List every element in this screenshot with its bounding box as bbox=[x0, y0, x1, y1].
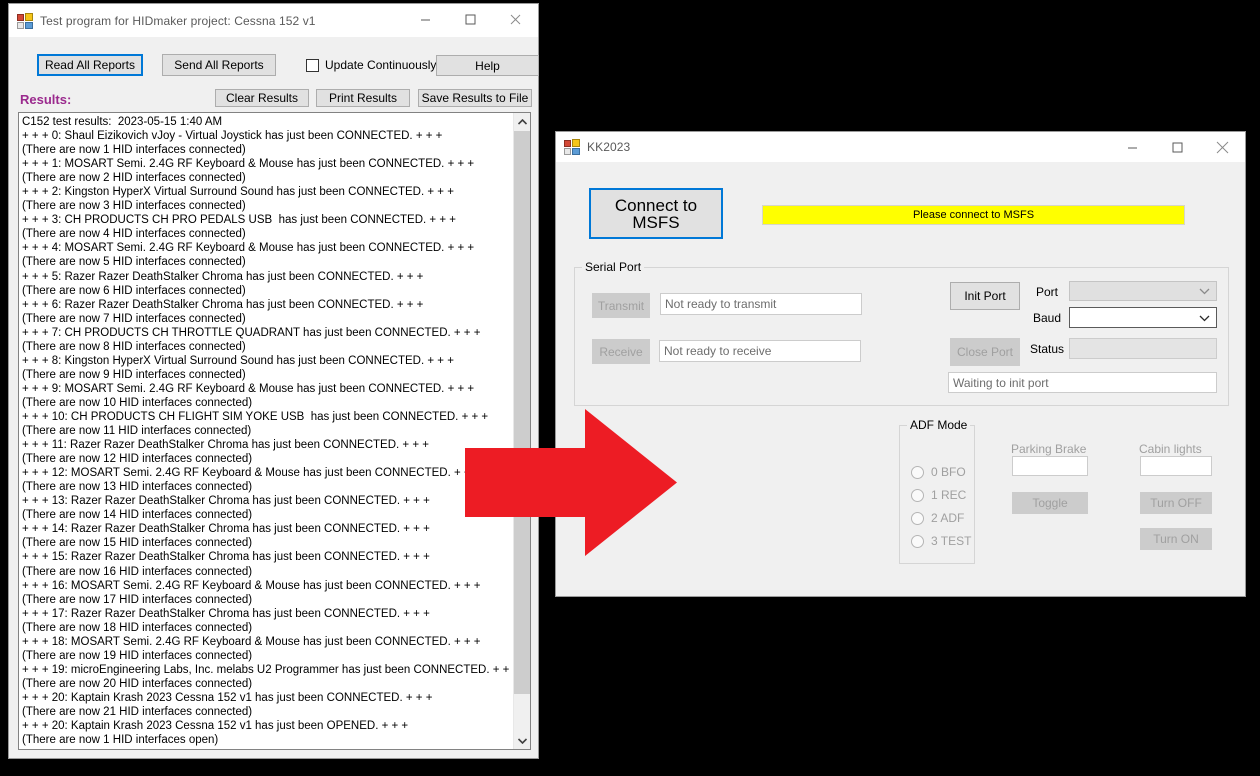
caption-buttons-window1 bbox=[403, 4, 538, 34]
red-right-arrow-annotation bbox=[465, 409, 677, 556]
adf-mode-group: ADF Mode 0 BFO 1 REC 2 ADF 3 TEST bbox=[899, 418, 975, 564]
adf-option-1-rec[interactable]: 1 REC bbox=[911, 488, 966, 502]
init-port-button[interactable]: Init Port bbox=[950, 282, 1020, 310]
radio-icon[interactable] bbox=[911, 465, 924, 479]
results-log-text: C152 test results: 2023-05-15 1:40 AM + … bbox=[22, 116, 513, 747]
status-label: Status bbox=[1030, 342, 1065, 356]
adf-mode-group-title: ADF Mode bbox=[907, 418, 971, 432]
caption-buttons-window2 bbox=[1110, 132, 1245, 162]
help-button[interactable]: Help bbox=[436, 55, 539, 76]
parking-brake-toggle-button[interactable]: Toggle bbox=[1012, 492, 1088, 514]
parking-brake-field[interactable] bbox=[1012, 456, 1088, 476]
radio-icon[interactable] bbox=[911, 488, 924, 502]
cabin-lights-label: Cabin lights bbox=[1139, 442, 1202, 456]
adf-option-label: 1 REC bbox=[931, 488, 967, 502]
msfs-status-banner: Please connect to MSFS bbox=[762, 205, 1185, 225]
window1-title: Test program for HIDmaker project: Cessn… bbox=[40, 13, 316, 28]
print-results-button[interactable]: Print Results bbox=[316, 89, 410, 107]
adf-option-0-bfo[interactable]: 0 BFO bbox=[911, 465, 966, 479]
adf-option-2-adf[interactable]: 2 ADF bbox=[911, 511, 964, 525]
save-results-to-file-button[interactable]: Save Results to File bbox=[418, 89, 532, 107]
transmit-button[interactable]: Transmit bbox=[592, 293, 650, 318]
results-label: Results: bbox=[20, 92, 72, 107]
desktop-background: Test program for HIDmaker project: Cessn… bbox=[0, 0, 1260, 776]
port-label: Port bbox=[1036, 285, 1059, 299]
receive-button[interactable]: Receive bbox=[592, 339, 650, 364]
send-all-reports-button[interactable]: Send All Reports bbox=[162, 54, 276, 76]
adf-option-3-test[interactable]: 3 TEST bbox=[911, 534, 971, 548]
parking-brake-label: Parking Brake bbox=[1011, 442, 1087, 456]
checkbox-box-icon[interactable] bbox=[306, 58, 319, 72]
adf-option-label: 0 BFO bbox=[931, 465, 966, 479]
receive-status-field[interactable]: Not ready to receive bbox=[659, 340, 861, 362]
cabin-lights-field[interactable] bbox=[1140, 456, 1212, 476]
serial-port-group: Serial Port Transmit Not ready to transm… bbox=[574, 260, 1229, 406]
update-continuously-label: Update Continuously bbox=[325, 58, 437, 72]
titlebar-window1[interactable]: Test program for HIDmaker project: Cessn… bbox=[9, 4, 538, 37]
window-hidmaker-test-program: Test program for HIDmaker project: Cessn… bbox=[8, 3, 539, 759]
close-icon[interactable] bbox=[493, 4, 538, 34]
maximize-icon[interactable] bbox=[448, 4, 493, 34]
clear-results-button[interactable]: Clear Results bbox=[215, 89, 309, 107]
radio-icon[interactable] bbox=[911, 511, 924, 525]
close-icon[interactable] bbox=[1200, 132, 1245, 162]
transmit-status-field[interactable]: Not ready to transmit bbox=[660, 293, 862, 315]
adf-option-label: 2 ADF bbox=[931, 511, 965, 525]
titlebar-window2[interactable]: KK2023 bbox=[556, 132, 1245, 162]
scroll-down-icon[interactable] bbox=[514, 732, 530, 749]
read-all-reports-button[interactable]: Read All Reports bbox=[37, 54, 143, 76]
app-icon bbox=[564, 139, 580, 155]
port-dropdown[interactable] bbox=[1069, 281, 1217, 301]
app-icon bbox=[17, 12, 33, 29]
scroll-up-icon[interactable] bbox=[514, 113, 530, 130]
window2-title: KK2023 bbox=[587, 140, 631, 154]
baud-label: Baud bbox=[1033, 311, 1062, 325]
port-message-field[interactable]: Waiting to init port bbox=[948, 372, 1217, 393]
baud-dropdown[interactable] bbox=[1069, 307, 1217, 328]
close-port-button[interactable]: Close Port bbox=[950, 338, 1020, 366]
minimize-icon[interactable] bbox=[403, 4, 448, 34]
results-textarea[interactable]: C152 test results: 2023-05-15 1:40 AM + … bbox=[18, 112, 531, 750]
minimize-icon[interactable] bbox=[1110, 132, 1155, 162]
radio-icon[interactable] bbox=[911, 534, 924, 548]
serial-port-group-title: Serial Port bbox=[582, 260, 645, 274]
cabin-lights-turn-on-button[interactable]: Turn ON bbox=[1140, 528, 1212, 550]
status-field bbox=[1069, 338, 1217, 359]
maximize-icon[interactable] bbox=[1155, 132, 1200, 162]
chevron-down-icon bbox=[1199, 309, 1210, 327]
update-continuously-checkbox[interactable]: Update Continuously bbox=[306, 58, 436, 72]
cabin-lights-turn-off-button[interactable]: Turn OFF bbox=[1140, 492, 1212, 514]
connect-to-msfs-button[interactable]: Connect to MSFS bbox=[589, 188, 723, 239]
adf-option-label: 3 TEST bbox=[931, 534, 972, 548]
chevron-down-icon bbox=[1199, 282, 1210, 300]
